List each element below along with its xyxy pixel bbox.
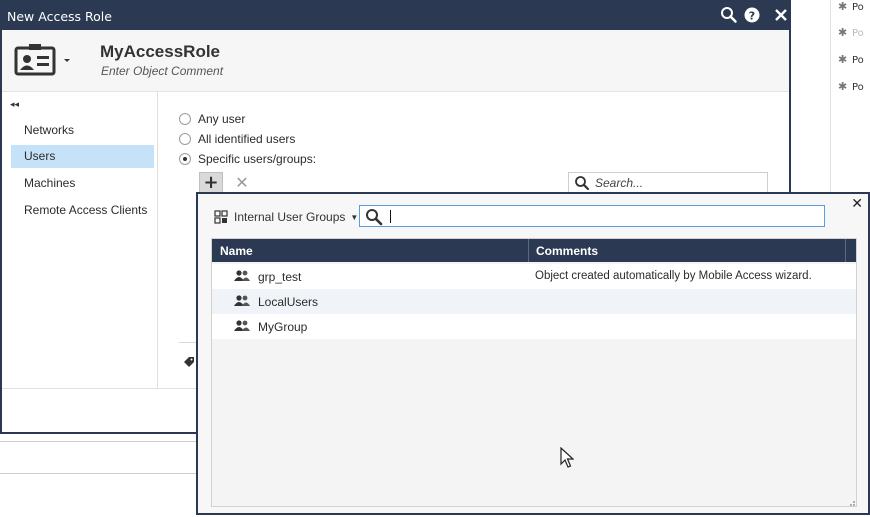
close-icon[interactable] bbox=[772, 6, 792, 26]
radio-specific-users[interactable]: Specific users/groups: bbox=[179, 151, 316, 167]
nav-item-remote-access-clients[interactable]: Remote Access Clients bbox=[11, 199, 154, 222]
column-separator[interactable] bbox=[528, 239, 529, 262]
mouse-cursor-icon bbox=[560, 446, 575, 472]
group-filter-label: Internal User Groups bbox=[234, 210, 346, 224]
picker-search-box[interactable] bbox=[359, 205, 825, 227]
row-name: LocalUsers bbox=[258, 295, 319, 309]
background-divider bbox=[830, 0, 831, 195]
remove-button[interactable]: ✕ bbox=[233, 174, 251, 192]
dialog-header: MyAccessRole Enter Object Comment bbox=[2, 30, 789, 92]
text-cursor bbox=[390, 210, 391, 223]
background-row: ✱ Po bbox=[838, 0, 870, 14]
resize-grip-icon[interactable] bbox=[846, 496, 856, 506]
column-header-name[interactable]: Name bbox=[220, 244, 253, 258]
group-type-filter[interactable]: Internal User Groups ▼ bbox=[214, 209, 358, 225]
role-name[interactable]: MyAccessRole bbox=[100, 42, 220, 62]
dialog-titlebar: New Access Role ? bbox=[2, 2, 789, 30]
search-icon[interactable] bbox=[720, 6, 740, 26]
asterisk-icon: ✱ bbox=[838, 26, 848, 39]
row-name: grp_test bbox=[258, 270, 302, 284]
table-row[interactable]: MyGroup bbox=[212, 314, 856, 339]
background-object-list: ✱ Po ✱ Po ✱ Po ✱ Po bbox=[790, 0, 870, 195]
collapse-icon[interactable]: ◂◂ bbox=[10, 100, 19, 110]
group-icon bbox=[234, 295, 250, 310]
column-header-comments[interactable]: Comments bbox=[536, 244, 598, 258]
row-name: MyGroup bbox=[258, 320, 308, 334]
filter-grid-icon bbox=[214, 210, 228, 224]
close-icon[interactable]: ✕ bbox=[851, 196, 863, 212]
table-row[interactable]: LocalUsers bbox=[212, 289, 856, 314]
radio-button[interactable] bbox=[179, 113, 191, 125]
background-row-label: Po bbox=[852, 2, 864, 13]
radio-button[interactable] bbox=[179, 153, 191, 165]
asterisk-icon: ✱ bbox=[838, 53, 848, 66]
background-panel bbox=[0, 433, 200, 517]
user-card-icon bbox=[14, 44, 70, 76]
background-row: ✱ Po bbox=[838, 26, 870, 40]
background-row-label: Po bbox=[852, 28, 864, 39]
users-search-box[interactable] bbox=[568, 172, 768, 193]
background-row-label: Po bbox=[852, 82, 864, 93]
background-row-label: Po bbox=[852, 55, 864, 66]
user-group-picker: ✕ Internal User Groups ▼ Name Comments g bbox=[196, 192, 870, 515]
nav-item-machines[interactable]: Machines bbox=[11, 172, 154, 195]
radio-any-user[interactable]: Any user bbox=[179, 111, 245, 127]
dialog-title: New Access Role bbox=[7, 9, 112, 24]
users-search-input[interactable] bbox=[595, 174, 760, 191]
group-grid: Name Comments grp_test Object created au… bbox=[211, 238, 857, 507]
search-icon bbox=[365, 208, 383, 229]
table-row[interactable]: grp_test Object created automatically by… bbox=[212, 264, 856, 289]
left-navigation: ◂◂ Networks Users Machines Remote Access… bbox=[2, 92, 158, 388]
group-icon bbox=[234, 270, 250, 285]
add-button[interactable]: + bbox=[199, 172, 223, 194]
nav-item-networks[interactable]: Networks bbox=[11, 119, 154, 142]
grid-header: Name Comments bbox=[212, 239, 856, 262]
asterisk-icon: ✱ bbox=[838, 0, 848, 13]
nav-item-users[interactable]: Users bbox=[11, 145, 154, 168]
radio-label: All identified users bbox=[198, 132, 296, 146]
chevron-down-icon: ▼ bbox=[350, 212, 359, 222]
radio-all-identified-users[interactable]: All identified users bbox=[179, 131, 295, 147]
picker-search-input[interactable] bbox=[388, 207, 818, 225]
group-icon bbox=[234, 320, 250, 335]
background-row: ✱ Po bbox=[838, 80, 870, 94]
tag-icon[interactable] bbox=[183, 356, 195, 371]
background-divider bbox=[0, 441, 200, 442]
radio-label: Specific users/groups: bbox=[198, 152, 317, 166]
svg-text:?: ? bbox=[749, 10, 755, 23]
radio-button[interactable] bbox=[179, 133, 191, 145]
radio-label: Any user bbox=[198, 112, 246, 126]
background-row: ✱ Po bbox=[838, 53, 870, 67]
help-icon[interactable]: ? bbox=[743, 6, 763, 26]
asterisk-icon: ✱ bbox=[838, 80, 848, 93]
role-comment-field[interactable]: Enter Object Comment bbox=[101, 64, 223, 78]
object-icon-selector[interactable] bbox=[13, 42, 73, 78]
background-divider bbox=[0, 473, 200, 474]
row-comment: Object created automatically by Mobile A… bbox=[535, 270, 812, 282]
column-separator[interactable] bbox=[845, 239, 846, 262]
